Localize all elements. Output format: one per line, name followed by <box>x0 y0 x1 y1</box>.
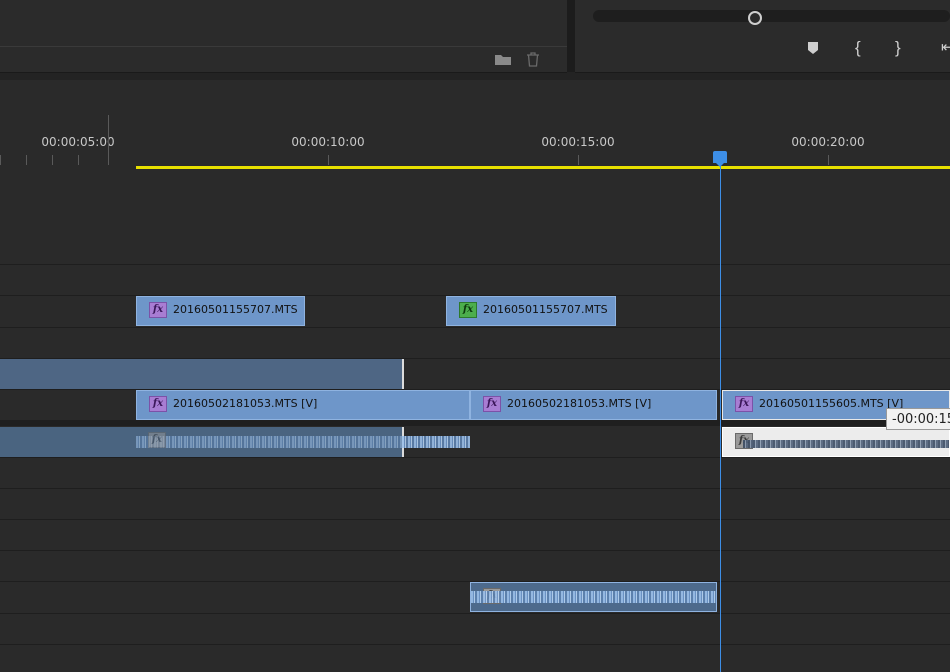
go-to-in-button[interactable]: ⇤ <box>941 38 950 56</box>
clip-name: 20160502181053.MTS [V] <box>173 397 318 410</box>
panel-gap <box>567 0 575 72</box>
clip-name: 20160502181053.MTS [V] <box>507 397 652 410</box>
ruler-tick <box>0 155 1 165</box>
ruler-tick <box>828 155 829 165</box>
track-divider <box>0 457 950 458</box>
scrub-handle[interactable] <box>748 11 762 25</box>
go-to-in-icon: ⇤ <box>941 39 950 56</box>
mark-in-button[interactable]: { <box>855 38 861 58</box>
add-marker-button[interactable] <box>807 41 819 60</box>
marker-icon <box>808 42 818 54</box>
clip-v1-b[interactable]: fx 20160502181053.MTS [V] <box>470 390 717 420</box>
playhead-handle[interactable] <box>713 151 727 167</box>
clip-a3-b[interactable]: fx <box>470 582 717 612</box>
ruler-tick <box>52 155 53 165</box>
ruler-label-5s: 00:00:05:00 <box>41 135 115 149</box>
fx-badge: fx <box>459 302 477 318</box>
clip-v2-a[interactable]: fx 20160501155707.MTS <box>136 296 305 326</box>
mark-in-icon: { <box>855 38 861 57</box>
clip-v2-b[interactable]: fx 20160501155707.MTS <box>446 296 616 326</box>
ruler-tick <box>578 155 579 165</box>
work-area-bar[interactable] <box>136 166 950 169</box>
mark-out-icon: } <box>895 38 901 57</box>
panel-divider <box>0 46 567 47</box>
tooltip-text: -00:00:15 <box>892 412 950 427</box>
monitor-panel: { } ⇤ <box>575 0 950 73</box>
folder-icon <box>495 55 511 65</box>
fx-badge: fx <box>483 396 501 412</box>
ruler-label-10s: 00:00:10:00 <box>291 135 365 149</box>
audio-waveform <box>743 440 949 448</box>
delete-button[interactable] <box>526 52 540 67</box>
clip-name: 20160501155605.MTS [V] <box>759 397 904 410</box>
fx-badge: fx <box>148 432 166 448</box>
track-divider <box>0 519 950 520</box>
project-panel <box>0 0 567 73</box>
ruler-label-15s: 00:00:15:00 <box>541 135 615 149</box>
track-divider <box>0 613 950 614</box>
video-audio-divider <box>0 420 950 426</box>
clip-a1-a[interactable]: fx <box>136 427 470 457</box>
scrub-track[interactable] <box>593 10 950 22</box>
new-bin-button[interactable] <box>494 53 512 67</box>
ruler-tick <box>26 155 27 165</box>
trash-icon <box>527 52 539 67</box>
drag-timecode-tooltip: -00:00:15 <box>886 408 950 430</box>
playhead-handle-tip <box>716 163 724 167</box>
clip-a1-c[interactable]: fx <box>722 427 950 457</box>
ruler-tick <box>108 115 109 165</box>
ruler-tick <box>78 155 79 165</box>
fx-badge: fx <box>735 396 753 412</box>
playhead-line[interactable] <box>720 160 721 672</box>
track-divider <box>0 264 950 265</box>
fx-badge: fx <box>149 396 167 412</box>
track-divider <box>0 488 950 489</box>
audio-waveform <box>471 591 716 603</box>
fx-badge: fx <box>149 302 167 318</box>
ruler-label-20s: 00:00:20:00 <box>791 135 865 149</box>
mark-out-button[interactable]: } <box>895 38 901 58</box>
track-divider <box>0 644 950 645</box>
clip-v1-a[interactable]: fx 20160502181053.MTS [V] <box>136 390 470 420</box>
clip-name: 20160501155707.MTS <box>173 303 298 316</box>
track-divider <box>0 327 950 328</box>
clip-name: 20160501155707.MTS <box>483 303 608 316</box>
track-divider <box>0 550 950 551</box>
drag-ghost-video <box>0 359 404 389</box>
ruler-tick <box>328 155 329 165</box>
audio-waveform <box>402 436 470 448</box>
time-ruler[interactable]: 00:00:05:00 00:00:10:00 00:00:15:00 00:0… <box>0 110 950 166</box>
